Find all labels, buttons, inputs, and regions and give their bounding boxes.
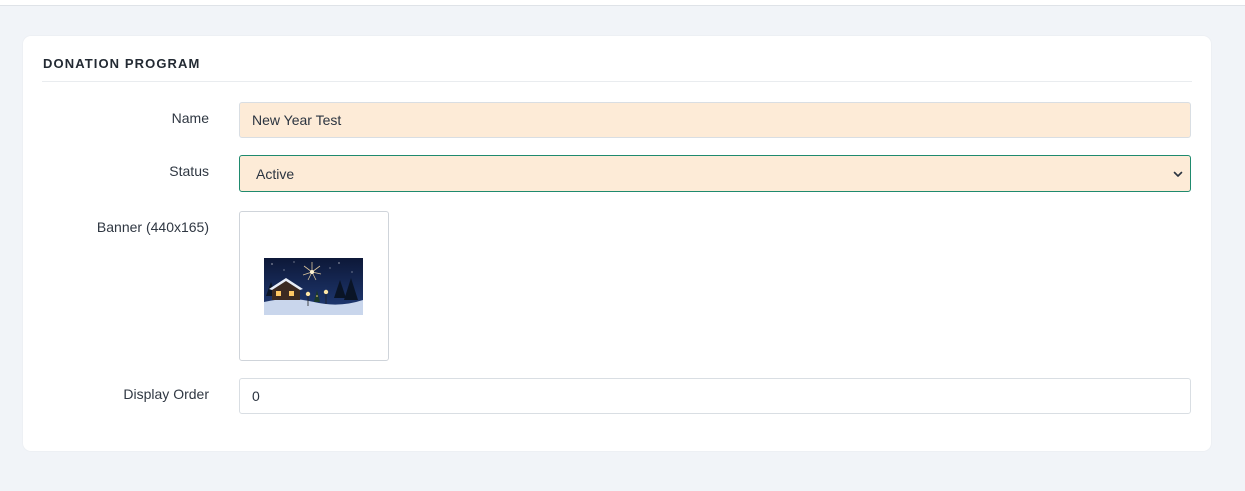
status-select[interactable]: Active (239, 155, 1191, 192)
name-label: Name (171, 110, 209, 126)
section-divider (42, 81, 1192, 82)
display-order-input[interactable]: 0 (239, 378, 1191, 414)
top-bar (0, 0, 1245, 6)
name-input-value: New Year Test (252, 112, 342, 128)
banner-image (264, 258, 363, 315)
banner-label: Banner (440x165) (96, 219, 209, 235)
display-order-label: Display Order (123, 386, 209, 402)
section-title: DONATION PROGRAM (43, 56, 201, 71)
donation-program-card: DONATION PROGRAM Name New Year Test Stat… (23, 36, 1211, 451)
status-select-value: Active (256, 165, 295, 182)
status-label: Status (169, 163, 209, 179)
display-order-input-value: 0 (252, 388, 260, 404)
banner-upload[interactable] (239, 211, 389, 361)
name-input[interactable]: New Year Test (239, 102, 1191, 138)
chevron-down-icon (1173, 171, 1183, 177)
